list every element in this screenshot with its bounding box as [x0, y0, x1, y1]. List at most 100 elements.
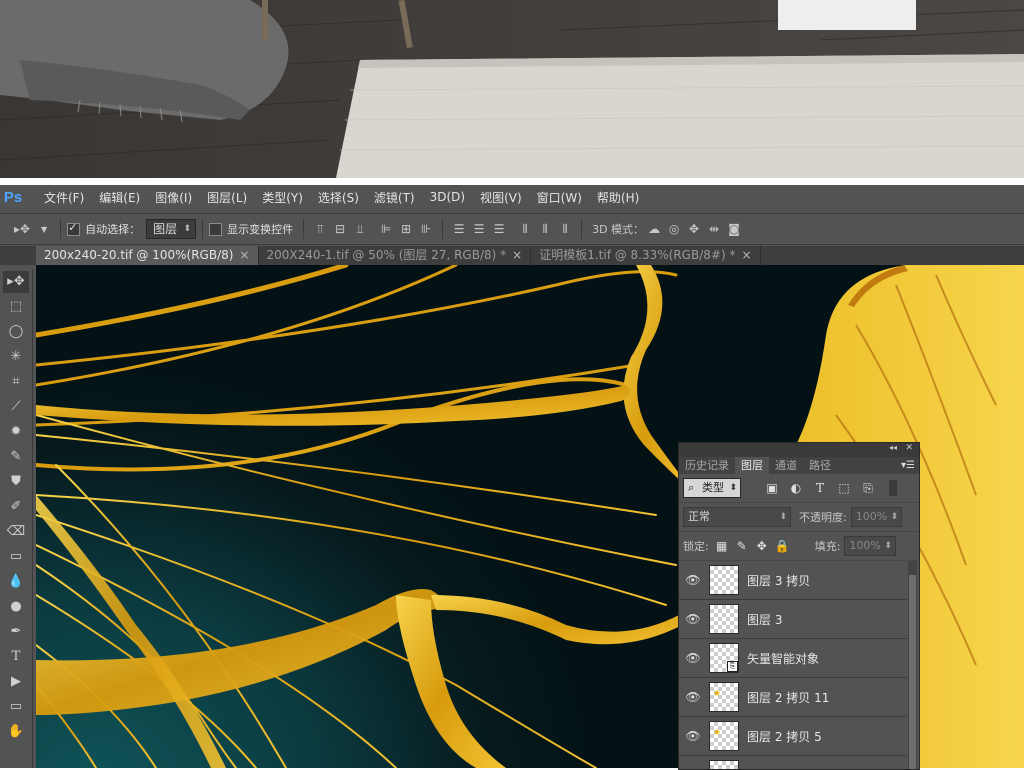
filter-smart-object-icon[interactable]: ⎘ — [861, 481, 875, 495]
filter-shape-icon[interactable]: ⬚ — [837, 481, 851, 495]
menu-window[interactable]: 窗口(W) — [537, 189, 582, 206]
tool-preset-arrow-icon[interactable]: ▼ — [38, 225, 50, 234]
tab-channels[interactable]: 通道 — [769, 457, 803, 474]
history-brush-tool-icon[interactable]: ✐ — [3, 496, 29, 518]
distribute-vcenter-icon[interactable]: ☰ — [473, 222, 485, 236]
document-tab-3[interactable]: 证明模板1.tif @ 8.33%(RGB/8#) * × — [531, 246, 761, 265]
pen-tool-icon[interactable]: ✒ — [3, 621, 29, 643]
search-icon: ⌕ — [688, 481, 695, 494]
close-icon[interactable]: × — [741, 248, 751, 262]
menu-3d[interactable]: 3D(D) — [430, 190, 465, 204]
align-hcenter-icon[interactable]: ⊞ — [400, 222, 412, 236]
scrollbar-thumb[interactable] — [909, 575, 916, 769]
magic-wand-tool-icon[interactable]: ✳ — [3, 346, 29, 368]
marquee-tool-icon[interactable]: ⬚ — [3, 296, 29, 318]
document-tab-label: 证明模板1.tif @ 8.33%(RGB/8#) * — [539, 248, 736, 262]
align-vcenter-icon[interactable]: ⊟ — [334, 222, 346, 236]
tab-layers[interactable]: 图层 — [735, 457, 769, 474]
3d-roll-icon[interactable]: ◎ — [668, 222, 680, 236]
menu-image[interactable]: 图像(I) — [155, 189, 192, 206]
lock-image-icon[interactable]: ✎ — [735, 539, 749, 553]
eye-icon[interactable]: 👁 — [679, 729, 707, 743]
layer-row[interactable]: 👁 ⎘ 矢量智能对象 — [679, 639, 907, 678]
layer-row[interactable]: 👁 图层 3 拷贝 — [679, 561, 907, 600]
distribute-bottom-icon[interactable]: ☰ — [493, 222, 505, 236]
filter-toggle[interactable] — [889, 480, 897, 496]
layer-list-scrollbar[interactable] — [908, 561, 917, 769]
menu-type[interactable]: 类型(Y) — [262, 189, 303, 206]
3d-slide-icon[interactable]: ⇹ — [708, 222, 720, 236]
divider — [581, 219, 583, 239]
layer-row[interactable]: 👁 图层 3 — [679, 600, 907, 639]
healing-brush-tool-icon[interactable]: ✹ — [3, 421, 29, 443]
eraser-tool-icon[interactable]: ⌫ — [3, 521, 29, 543]
menu-filter[interactable]: 滤镜(T) — [374, 189, 415, 206]
tab-history[interactable]: 历史记录 — [679, 457, 735, 474]
align-bottom-icon[interactable]: ⫫ — [354, 222, 366, 237]
align-top-icon[interactable]: ⫪ — [314, 222, 326, 237]
opacity-input[interactable]: 100% — [850, 507, 903, 527]
move-tool-icon[interactable]: ▸✥ — [14, 222, 30, 236]
document-tab-2[interactable]: 200X240-1.tif @ 50% (图层 27, RGB/8) * × — [259, 246, 532, 265]
lock-transparent-icon[interactable]: ▦ — [715, 539, 729, 553]
menu-select[interactable]: 选择(S) — [318, 189, 359, 206]
align-right-icon[interactable]: ⊪ — [420, 222, 432, 236]
menu-help[interactable]: 帮助(H) — [597, 189, 639, 206]
type-tool-icon[interactable]: T — [3, 646, 29, 668]
eye-icon[interactable]: 👁 — [679, 768, 707, 769]
panel-menu-icon[interactable]: ▾☰ — [901, 457, 915, 474]
move-tool-icon[interactable]: ▸✥ — [3, 271, 29, 293]
eyedropper-tool-icon[interactable]: ⟋ — [3, 396, 29, 418]
blur-tool-icon[interactable]: 💧 — [3, 571, 29, 593]
clone-stamp-tool-icon[interactable]: ⛊ — [3, 471, 29, 493]
lock-all-icon[interactable]: 🔒 — [775, 539, 790, 553]
close-icon[interactable]: × — [512, 248, 522, 262]
filter-type-icon[interactable]: T — [813, 481, 827, 495]
document-tab-1[interactable]: 200x240-20.tif @ 100%(RGB/8) × — [36, 246, 259, 265]
distribute-hcenter-icon[interactable]: ⦀ — [539, 222, 551, 237]
3d-rotate-icon[interactable]: ☁ — [648, 222, 660, 236]
close-panel-icon[interactable]: ✕ — [905, 443, 913, 453]
layer-kind-filter-select[interactable]: ⌕ 类型 — [683, 478, 741, 498]
distribute-left-icon[interactable]: ⦀ — [519, 222, 531, 237]
menu-layer[interactable]: 图层(L) — [207, 189, 247, 206]
rectangle-tool-icon[interactable]: ▭ — [3, 696, 29, 718]
distribute-right-icon[interactable]: ⦀ — [559, 222, 571, 237]
blend-mode-select[interactable]: 正常 — [683, 507, 791, 527]
tab-paths[interactable]: 路径 — [803, 457, 837, 474]
eye-icon[interactable]: 👁 — [679, 690, 707, 704]
brush-tool-icon[interactable]: ✎ — [3, 446, 29, 468]
filter-adjustment-icon[interactable]: ◐ — [789, 481, 803, 495]
filter-pixel-icon[interactable]: ▣ — [765, 481, 779, 495]
distribute-top-icon[interactable]: ☰ — [453, 222, 465, 236]
align-left-icon[interactable]: ⊫ — [380, 222, 392, 236]
layer-row[interactable]: 👁 ★ 图层 2 拷贝 11 — [679, 678, 907, 717]
dodge-tool-icon[interactable]: ● — [3, 596, 29, 618]
3d-scale-icon[interactable]: ◙ — [728, 222, 740, 236]
document-tabs: 200x240-20.tif @ 100%(RGB/8) × 200X240-1.… — [0, 246, 1024, 265]
collapse-panel-icon[interactable]: ◂◂ — [889, 443, 897, 452]
show-transform-checkbox[interactable] — [209, 222, 223, 236]
eye-icon[interactable]: 👁 — [679, 573, 707, 587]
options-bar: ▸✥ ▼ 自动选择： 图层 显示变换控件 ⫪ ⊟ ⫫ ⊫ ⊞ ⊪ ☰ ☰ ☰ ⦀… — [0, 213, 1024, 245]
lock-position-icon[interactable]: ✥ — [755, 539, 769, 553]
fill-input[interactable]: 100% — [844, 536, 896, 556]
hand-tool-icon[interactable]: ✋ — [3, 721, 29, 743]
smart-object-badge-icon: ⎘ — [727, 661, 738, 672]
menu-view[interactable]: 视图(V) — [480, 189, 522, 206]
menu-file[interactable]: 文件(F) — [44, 189, 84, 206]
eye-icon[interactable]: 👁 — [679, 612, 707, 626]
layer-row[interactable]: 👁 ★ 图层 2 拷贝 5 — [679, 717, 907, 756]
layer-row[interactable]: 👁 — [679, 756, 907, 769]
close-icon[interactable]: × — [239, 248, 249, 262]
path-selection-tool-icon[interactable]: ▶ — [3, 671, 29, 693]
menu-edit[interactable]: 编辑(E) — [99, 189, 140, 206]
gradient-tool-icon[interactable]: ▭ — [3, 546, 29, 568]
auto-select-target-select[interactable]: 图层 — [146, 219, 197, 239]
eye-icon[interactable]: 👁 — [679, 651, 707, 665]
3d-mode-label: 3D 模式： — [592, 223, 645, 236]
3d-pan-icon[interactable]: ✥ — [688, 222, 700, 236]
auto-select-checkbox[interactable] — [67, 221, 81, 236]
crop-tool-icon[interactable]: ⌗ — [3, 371, 29, 393]
lasso-tool-icon[interactable]: ◯ — [3, 321, 29, 343]
